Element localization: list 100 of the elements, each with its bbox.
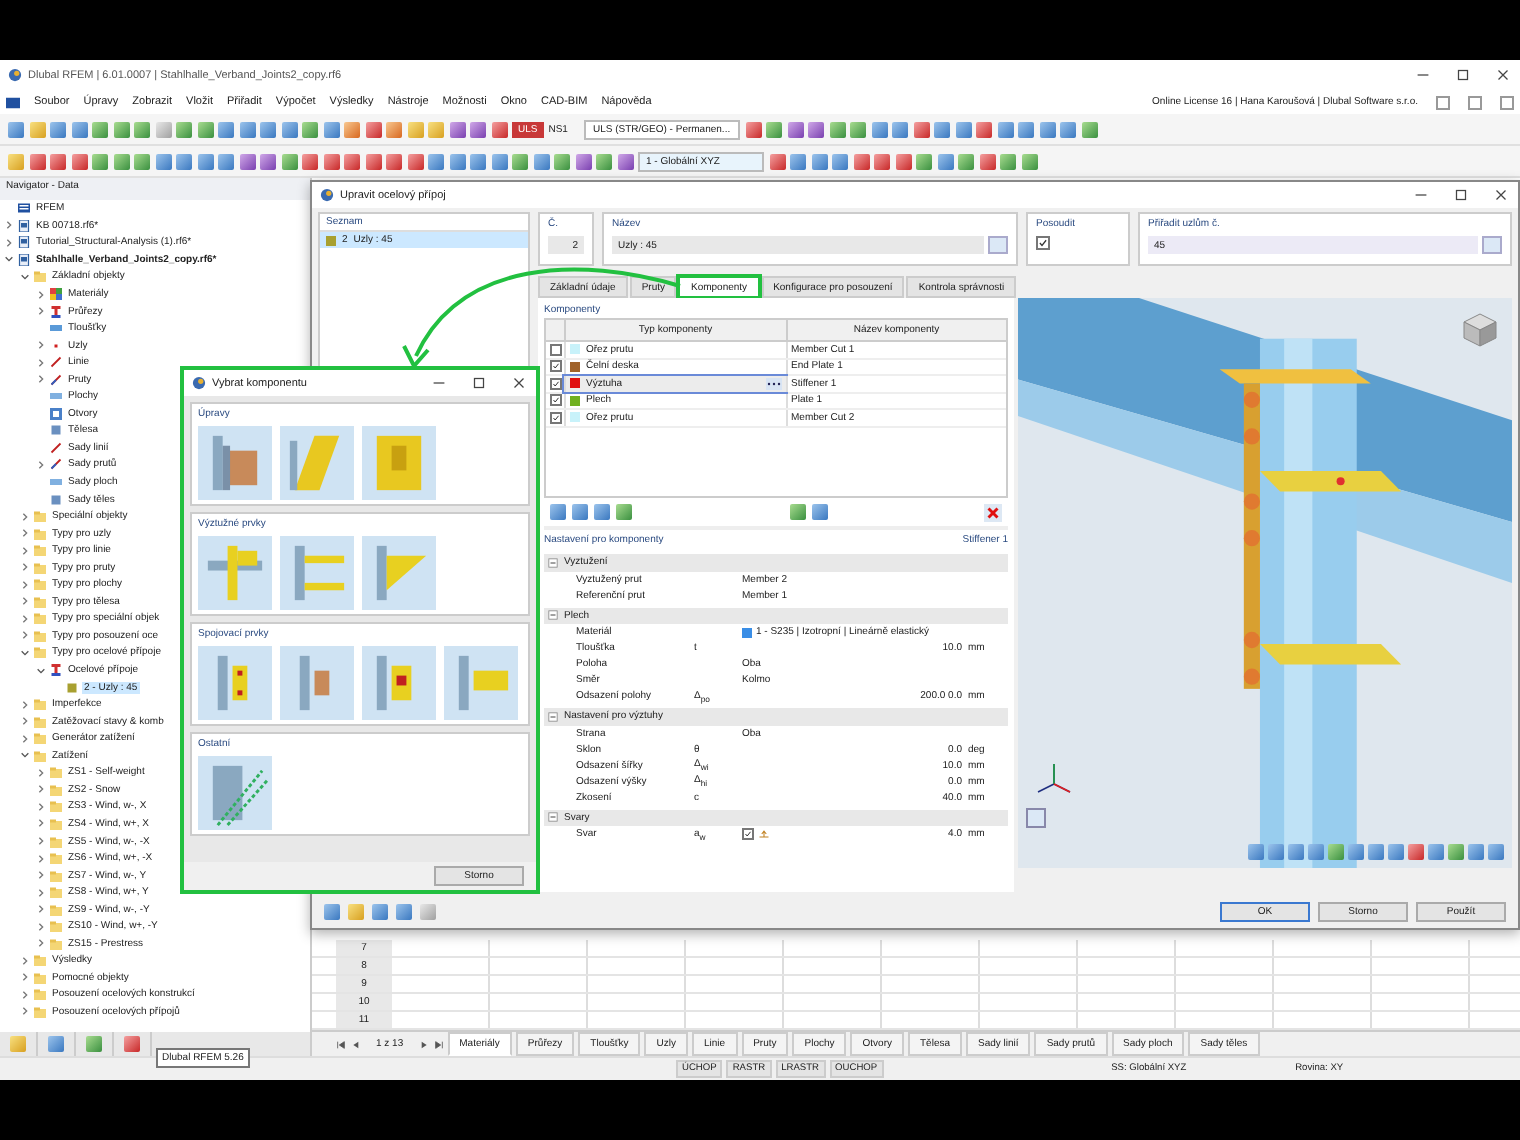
chevron-icon[interactable]: [20, 972, 30, 983]
folder-icon: [50, 869, 62, 882]
file-icon: [18, 253, 30, 266]
chevron-icon[interactable]: [36, 853, 46, 864]
component-thumbnail[interactable]: [362, 646, 436, 720]
chevron-icon[interactable]: [20, 613, 30, 624]
chevron-icon[interactable]: [20, 989, 30, 1000]
chevron-icon[interactable]: [36, 836, 46, 846]
menu-icon[interactable]: [6, 95, 20, 109]
chevron-icon[interactable]: [36, 459, 46, 470]
folder-icon: [34, 1005, 46, 1018]
chevron-icon[interactable]: [20, 699, 30, 710]
weld-symbol-icon: [758, 828, 770, 840]
checkbox[interactable]: [549, 394, 561, 407]
checkbox[interactable]: [549, 360, 561, 373]
component-thumbnail[interactable]: [198, 646, 272, 720]
component-thumbnail[interactable]: [198, 756, 272, 830]
folder-icon: [34, 270, 46, 283]
chevron-icon[interactable]: [36, 306, 46, 317]
folder-icon: [50, 903, 62, 916]
checkbox[interactable]: [549, 411, 561, 424]
folder-icon: [50, 852, 62, 865]
next-page-icon[interactable]: [419, 1039, 430, 1049]
restore-icon[interactable]: [1468, 95, 1482, 109]
chevron-icon[interactable]: [36, 801, 46, 812]
chevron-icon[interactable]: [20, 562, 30, 573]
component-thumbnail[interactable]: [198, 536, 272, 610]
edit-icon[interactable]: [988, 236, 1008, 254]
folder-icon: [34, 595, 46, 608]
folder-icon: [34, 988, 46, 1001]
chevron-icon[interactable]: [20, 750, 30, 761]
pin-icon[interactable]: [1026, 808, 1046, 828]
chevron-icon[interactable]: [36, 374, 46, 385]
first-page-icon[interactable]: [336, 1039, 346, 1049]
chevron-icon[interactable]: [36, 784, 46, 795]
previous-page-icon[interactable]: [350, 1039, 360, 1049]
chevron-icon[interactable]: [36, 870, 46, 881]
folder-icon: [50, 937, 62, 950]
pick-icon[interactable]: [1482, 236, 1502, 254]
chevron-icon[interactable]: [20, 647, 30, 658]
component-thumbnail[interactable]: [444, 646, 518, 720]
file-icon: [18, 219, 30, 232]
component-thumbnail[interactable]: [362, 536, 436, 610]
chevron-icon[interactable]: [36, 767, 46, 778]
chevron-icon[interactable]: [36, 938, 46, 949]
chevron-icon[interactable]: [4, 237, 14, 248]
design-checkbox[interactable]: [1036, 236, 1050, 250]
collapse-icon[interactable]: [548, 812, 558, 823]
component-thumbnail[interactable]: [362, 426, 436, 500]
component-thumbnail[interactable]: [280, 646, 354, 720]
view-cube-icon[interactable]: [1460, 310, 1500, 350]
more-icon[interactable]: [765, 377, 781, 390]
collapse-icon[interactable]: [548, 711, 558, 722]
weld-checkbox[interactable]: [742, 828, 754, 840]
chevron-icon[interactable]: [4, 220, 14, 231]
folder-icon: [34, 732, 46, 745]
chevron-icon[interactable]: [36, 904, 46, 915]
component-thumbnail[interactable]: [280, 536, 354, 610]
app-logo-icon: [8, 68, 22, 82]
object-icon: [66, 681, 78, 694]
checkbox[interactable]: [549, 343, 561, 356]
chevron-icon[interactable]: [36, 340, 46, 351]
chevron-icon[interactable]: [36, 665, 46, 676]
chevron-icon[interactable]: [36, 289, 46, 299]
folder-icon: [50, 766, 62, 779]
folder-icon: [34, 954, 46, 967]
maximize-icon[interactable]: [470, 374, 488, 392]
chevron-icon[interactable]: [36, 357, 46, 368]
chevron-icon[interactable]: [36, 921, 46, 932]
chevron-icon[interactable]: [4, 254, 14, 265]
folder-icon: [34, 561, 46, 574]
maximize-icon[interactable]: [1452, 186, 1470, 204]
chevron-icon[interactable]: [20, 271, 30, 282]
chevron-icon[interactable]: [20, 596, 30, 607]
collapse-icon[interactable]: [548, 610, 558, 621]
chevron-icon[interactable]: [36, 818, 46, 829]
restore-icon[interactable]: [1436, 95, 1450, 109]
chevron-icon[interactable]: [20, 955, 30, 966]
folder-icon: [34, 646, 46, 659]
model-3d-drawing[interactable]: [1018, 298, 1512, 868]
delete-icon[interactable]: [984, 503, 1002, 521]
checkbox[interactable]: [549, 377, 561, 390]
chevron-icon[interactable]: [20, 716, 30, 727]
component-thumbnail[interactable]: [198, 426, 272, 500]
collapse-icon[interactable]: [548, 557, 558, 568]
chevron-icon[interactable]: [20, 630, 30, 641]
maximize-icon[interactable]: [1454, 66, 1472, 84]
chevron-icon[interactable]: [20, 579, 30, 590]
object-icon: [50, 305, 62, 318]
chevron-icon[interactable]: [20, 545, 30, 556]
chevron-icon[interactable]: [20, 1006, 30, 1017]
chevron-icon[interactable]: [20, 528, 30, 539]
chevron-icon[interactable]: [20, 733, 30, 744]
folder-icon: [34, 971, 46, 984]
folder-icon: [50, 886, 62, 899]
folder-icon: [34, 715, 46, 728]
chevron-icon[interactable]: [20, 511, 30, 522]
last-page-icon[interactable]: [433, 1039, 444, 1049]
chevron-icon[interactable]: [36, 887, 46, 898]
component-thumbnail[interactable]: [280, 426, 354, 500]
